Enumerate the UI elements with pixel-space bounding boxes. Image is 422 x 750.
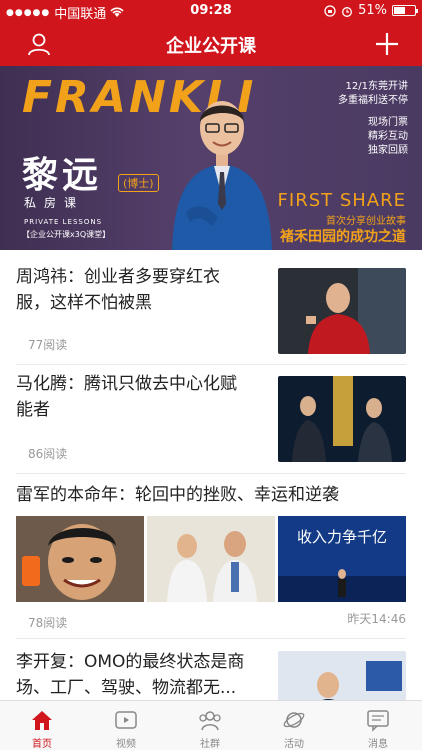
tab-bar: 首页 视频 社群 活动 消息 xyxy=(0,700,422,750)
read-count: 78阅读 xyxy=(28,616,68,630)
group-icon xyxy=(199,711,221,731)
read-count: 77阅读 xyxy=(28,338,68,352)
banner-info-line: 现场门票 xyxy=(368,117,408,128)
tab-label: 首页 xyxy=(32,739,52,750)
battery-icon xyxy=(392,5,418,16)
banner-bracket-text: 【企业公开课x3Q课堂】 xyxy=(22,230,111,239)
home-icon xyxy=(32,711,52,730)
tab-messages[interactable]: 消息 xyxy=(336,701,420,750)
article-image-1 xyxy=(16,516,144,602)
article-title-line: 马化腾：腾讯只做去中心化赋 xyxy=(16,374,237,394)
article-item[interactable]: 周鸿祎：创业者多要穿红衣 服，这样不怕被黑 77阅读 xyxy=(0,250,422,364)
rotation-lock-icon xyxy=(324,4,336,17)
article-title-line: 能者 xyxy=(16,400,50,420)
article-title-line: 李开复：OMO的最终状态是商 xyxy=(16,652,245,672)
article-thumbnail xyxy=(278,268,406,354)
tab-video[interactable]: 视频 xyxy=(84,701,168,750)
banner-subtitle: 私房课 xyxy=(24,196,85,210)
tab-label: 活动 xyxy=(284,739,304,750)
message-icon xyxy=(367,710,389,732)
tab-label: 视频 xyxy=(116,739,136,750)
article-thumbnail xyxy=(278,651,406,700)
banner-slogan: 褚禾田园的成功之道 xyxy=(280,229,406,245)
article-item[interactable]: 李开复：OMO的最终状态是商 场、工厂、驾驶、物流都无... xyxy=(0,639,422,700)
banner-info: 12/1东莞开讲 多重福利送不停 现场门票 精彩互动 独家回顾 xyxy=(328,80,408,158)
article-title-line: 场、工厂、驾驶、物流都无... xyxy=(16,678,237,698)
banner-private-lessons: PRIVATE LESSONS xyxy=(24,218,103,226)
article-title: 雷军的本命年：轮回中的挫败、幸运和逆袭 xyxy=(16,485,339,505)
article-title-line: 周鸿祎：创业者多要穿红衣 xyxy=(16,267,220,287)
read-count: 86阅读 xyxy=(28,447,68,461)
status-bar: ●●●●● 中国联通 09:28 51% xyxy=(0,0,422,22)
article-image-3: 收入力争千亿 xyxy=(278,516,406,602)
banner-first-share: FIRST SHARE xyxy=(277,190,406,211)
publish-time: 昨天14:46 xyxy=(347,612,406,626)
article-title-line: 服，这样不怕被黑 xyxy=(16,293,152,313)
banner-speaker-name: 黎远 xyxy=(22,155,103,196)
banner-first-share-sub: 首次分享创业故事 xyxy=(326,216,406,227)
planet-icon xyxy=(283,712,305,728)
banner-info-line: 12/1东莞开讲 xyxy=(345,81,408,92)
tab-community[interactable]: 社群 xyxy=(168,701,252,750)
banner-info-line: 多重福利送不停 xyxy=(338,95,408,106)
banner-info-line: 独家回顾 xyxy=(368,145,408,156)
article-thumbnail xyxy=(278,376,406,462)
battery-percent: 51% xyxy=(358,3,387,18)
page-title: 企业公开课 xyxy=(166,36,256,57)
article-title: 周鸿祎：创业者多要穿红衣 服，这样不怕被黑 xyxy=(16,264,220,316)
article-title: 李开复：OMO的最终状态是商 场、工厂、驾驶、物流都无... xyxy=(16,649,244,700)
article-item[interactable]: 马化腾：腾讯只做去中心化赋 能者 86阅读 xyxy=(0,365,422,473)
banner-info-line: 精彩互动 xyxy=(368,131,408,142)
article-title: 马化腾：腾讯只做去中心化赋 能者 xyxy=(16,371,237,423)
tab-home[interactable]: 首页 xyxy=(0,701,84,750)
video-icon xyxy=(115,711,137,729)
speaker-photo xyxy=(172,101,272,250)
article-image-3-text: 收入力争千亿 xyxy=(297,528,387,546)
alarm-icon xyxy=(342,6,353,17)
banner-badge: (博士) xyxy=(118,174,159,192)
tab-label: 社群 xyxy=(200,739,220,750)
article-image-2 xyxy=(147,516,275,602)
add-icon[interactable] xyxy=(374,31,400,57)
nav-bar: 企业公开课 xyxy=(0,22,422,66)
promo-banner[interactable]: FRANKLI 12/1东莞开讲 多重福利送不停 现场门票 精彩互动 独家回顾 … xyxy=(0,66,422,250)
tab-label: 消息 xyxy=(368,739,388,750)
tab-events[interactable]: 活动 xyxy=(252,701,336,750)
